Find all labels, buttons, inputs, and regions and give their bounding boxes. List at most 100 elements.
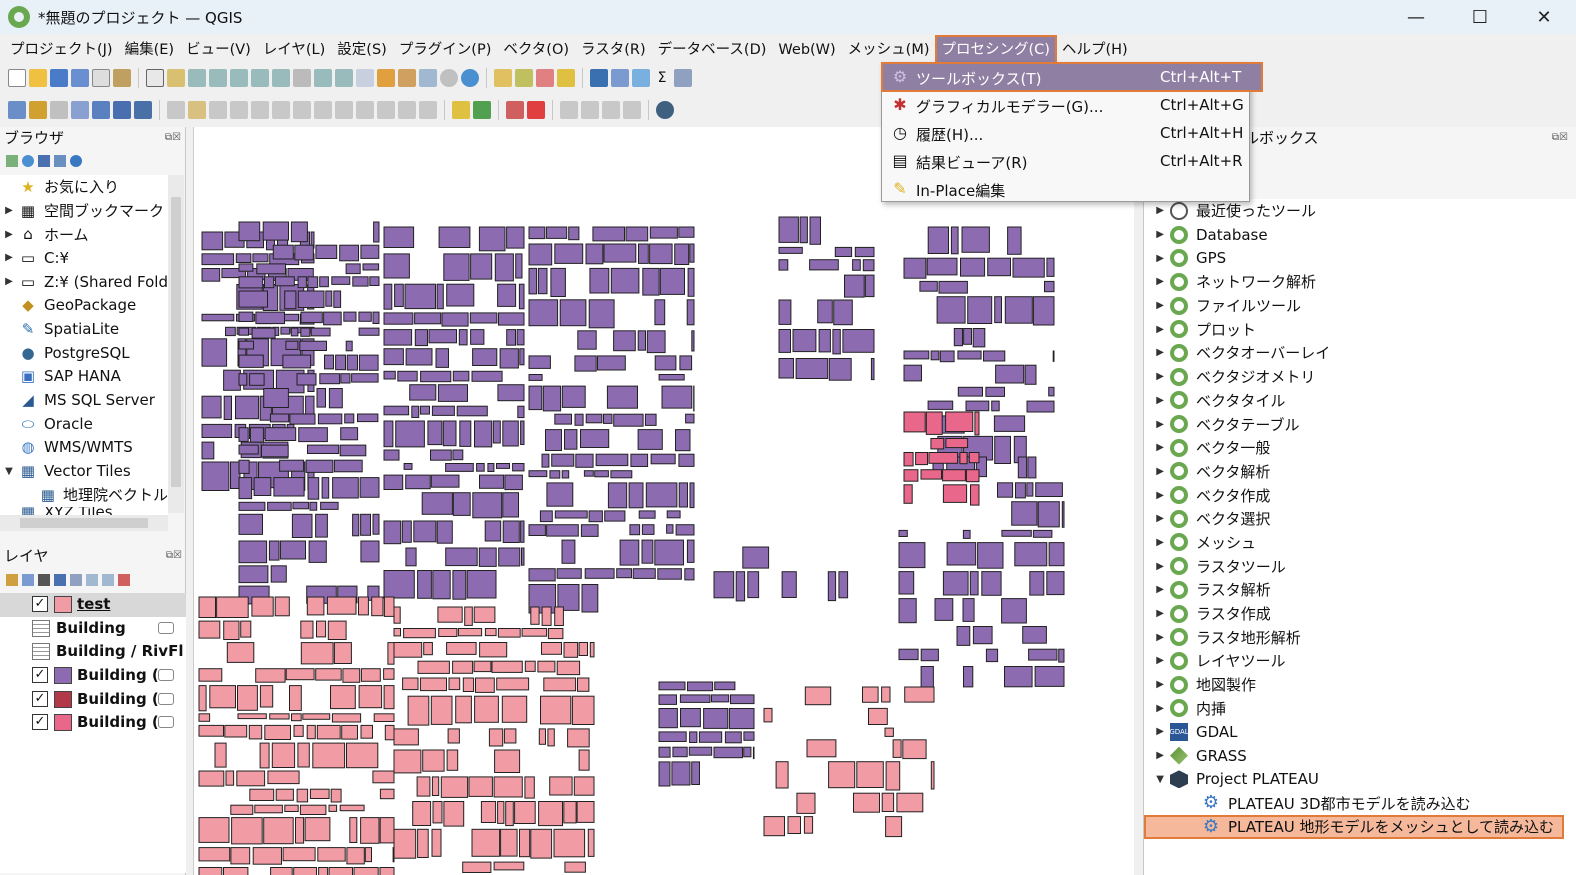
expand-arrow-icon[interactable]: ▶ [1144,584,1170,595]
toggle-editing-icon[interactable] [188,101,206,119]
expand-arrow-icon[interactable]: ▶ [1144,537,1170,548]
menu-database[interactable]: データベース(D) [652,36,773,64]
menu-mesh[interactable]: メッシュ(M) [842,36,936,64]
delete-selected-icon[interactable] [314,101,332,119]
menu-plugins[interactable]: プラグイン(P) [393,36,498,64]
browser-item-oracle[interactable]: ⬭ Oracle [0,412,168,436]
expand-arrow-icon[interactable]: ▶ [1144,253,1170,264]
copy-features-icon[interactable] [356,101,374,119]
collapse-all-icon[interactable] [54,155,66,167]
measure-icon[interactable] [674,69,692,87]
toolbox-group-mesh[interactable]: ▶ メッシュ [1144,531,1576,555]
open-project-icon[interactable] [29,69,47,87]
data-source-manager-icon[interactable] [8,101,26,119]
menu-item-graphical-modeler[interactable]: ✱ グラフィカルモデラー(G)... Ctrl+Alt+G [882,91,1249,119]
collapse-all-icon[interactable] [102,574,114,586]
layer-diagram-icon[interactable] [473,101,491,119]
expand-arrow-icon[interactable]: ▶ [1144,726,1170,737]
layer-symbol-swatch[interactable] [54,690,72,708]
toolbox-group-gps[interactable]: ▶ GPS [1144,246,1576,270]
browser-item-xyz-tiles[interactable]: ▦XYZ Tiles [0,507,168,515]
toolbox-group-grass[interactable]: ▶ GRASS [1144,744,1576,768]
current-edits-icon[interactable] [167,101,185,119]
plugin-icon[interactable] [656,101,674,119]
browser-vertical-scrollbar[interactable] [168,175,184,513]
menu-processing[interactable]: プロセシング(C) [934,35,1057,65]
zoom-next-icon[interactable] [335,69,353,87]
expand-arrow-icon[interactable]: ▶ [1144,419,1170,430]
toolbox-group-gdal[interactable]: ▶ GDAL GDAL [1144,720,1576,744]
expand-arrow-icon[interactable]: ▶ [1144,655,1170,666]
toolbox-group-vector-creation[interactable]: ▶ ベクタ作成 [1144,483,1576,507]
layer-symbol-swatch[interactable] [54,596,72,613]
layer-row-building-purple[interactable]: ✓ Building (L [0,664,186,688]
browser-item-geopackage[interactable]: ◆ GeoPackage [0,293,168,317]
toolbox-group-raster-creation[interactable]: ▶ ラスタ作成 [1144,602,1576,626]
scrollbar-thumb[interactable] [20,518,148,528]
layer-visibility-checkbox[interactable]: ✓ [32,667,48,684]
label-tool-icon[interactable] [452,101,470,119]
move-label-icon[interactable] [560,101,578,119]
style-manager-icon[interactable] [113,69,131,87]
browser-item-spatialite[interactable]: ✎ SpatiaLite [0,317,168,341]
toolbox-group-vector-general[interactable]: ▶ ベクタ一般 [1144,436,1576,460]
close-button[interactable]: ✕ [1512,0,1576,34]
browser-horizontal-scrollbar[interactable] [0,515,168,531]
toolbox-group-file-tools[interactable]: ▶ ファイルツール [1144,294,1576,318]
collapse-arrow-icon[interactable]: ▼ [1144,774,1170,785]
toolbox-group-vector-table[interactable]: ▶ ベクタテーブル [1144,412,1576,436]
highlight-labels-icon[interactable] [527,101,545,119]
expand-arrow-icon[interactable]: ▶ [1144,679,1170,690]
statistics-sigma-icon[interactable]: Σ [653,69,671,87]
add-vector-tile-icon[interactable] [134,101,152,119]
new-map-view-icon[interactable] [356,69,374,87]
collapse-arrow-icon[interactable]: ▼ [0,466,18,477]
zoom-out-icon[interactable] [209,69,227,87]
menu-settings[interactable]: 設定(S) [331,36,393,64]
toolbox-group-plateau[interactable]: ▼ Project PLATEAU [1144,768,1576,792]
attribute-table-icon[interactable] [611,69,629,87]
print-layout-icon[interactable] [92,69,110,87]
cut-features-icon[interactable] [335,101,353,119]
expand-all-icon[interactable] [86,574,98,586]
dock-buttons[interactable]: ⧉☒ [165,127,181,149]
save-project-icon[interactable] [50,69,68,87]
filter-expression-icon[interactable] [70,574,82,586]
expand-arrow-icon[interactable]: ▶ [0,276,18,287]
temporal-controller-icon[interactable] [440,69,458,87]
layer-symbol-swatch[interactable] [54,667,72,685]
new-3d-map-icon[interactable] [377,69,395,87]
redo-icon[interactable] [419,101,437,119]
expand-arrow-icon[interactable]: ▶ [1144,395,1170,406]
deselect-icon[interactable] [536,69,554,87]
browser-item-vector-tiles[interactable]: ▼ ▦ Vector Tiles [0,459,168,483]
expand-arrow-icon[interactable]: ▶ [1144,632,1170,643]
toolbox-group-plots[interactable]: ▶ プロット [1144,317,1576,341]
menu-help[interactable]: ヘルプ(H) [1056,36,1134,64]
filter-icon[interactable] [38,155,50,167]
toolbox-group-vector-analysis[interactable]: ▶ ベクタ解析 [1144,460,1576,484]
show-bookmarks-icon[interactable] [419,69,437,87]
zoom-native-icon[interactable] [293,69,311,87]
new-project-icon[interactable] [8,69,26,87]
remove-layer-icon[interactable] [118,574,130,586]
browser-item-mssql[interactable]: ◢ MS SQL Server [0,388,168,412]
expand-arrow-icon[interactable]: ▶ [1144,466,1170,477]
toolbox-group-vector-tiles[interactable]: ▶ ベクタタイル [1144,389,1576,413]
expand-arrow-icon[interactable]: ▶ [1144,300,1170,311]
toolbox-group-vector-selection[interactable]: ▶ ベクタ選択 [1144,507,1576,531]
info-icon[interactable] [70,155,82,167]
expand-arrow-icon[interactable]: ▶ [0,252,18,263]
toolbox-item-plateau-3d-city[interactable]: ⚙ PLATEAU 3D都市モデルを読み込む [1144,791,1576,815]
expand-arrow-icon[interactable]: ▶ [1144,608,1170,619]
add-group-icon[interactable] [22,574,34,586]
expand-arrow-icon[interactable]: ▶ [1144,276,1170,287]
menu-edit[interactable]: 編集(E) [119,36,180,64]
expand-arrow-icon[interactable]: ▶ [1144,703,1170,714]
new-spatialite-icon[interactable] [71,101,89,119]
pan-icon[interactable] [146,69,164,87]
expand-arrow-icon[interactable]: ▶ [1144,750,1170,761]
dock-buttons[interactable]: ⧉☒ [166,545,182,567]
toolbox-group-raster-terrain[interactable]: ▶ ラスタ地形解析 [1144,625,1576,649]
save-as-icon[interactable] [71,69,89,87]
